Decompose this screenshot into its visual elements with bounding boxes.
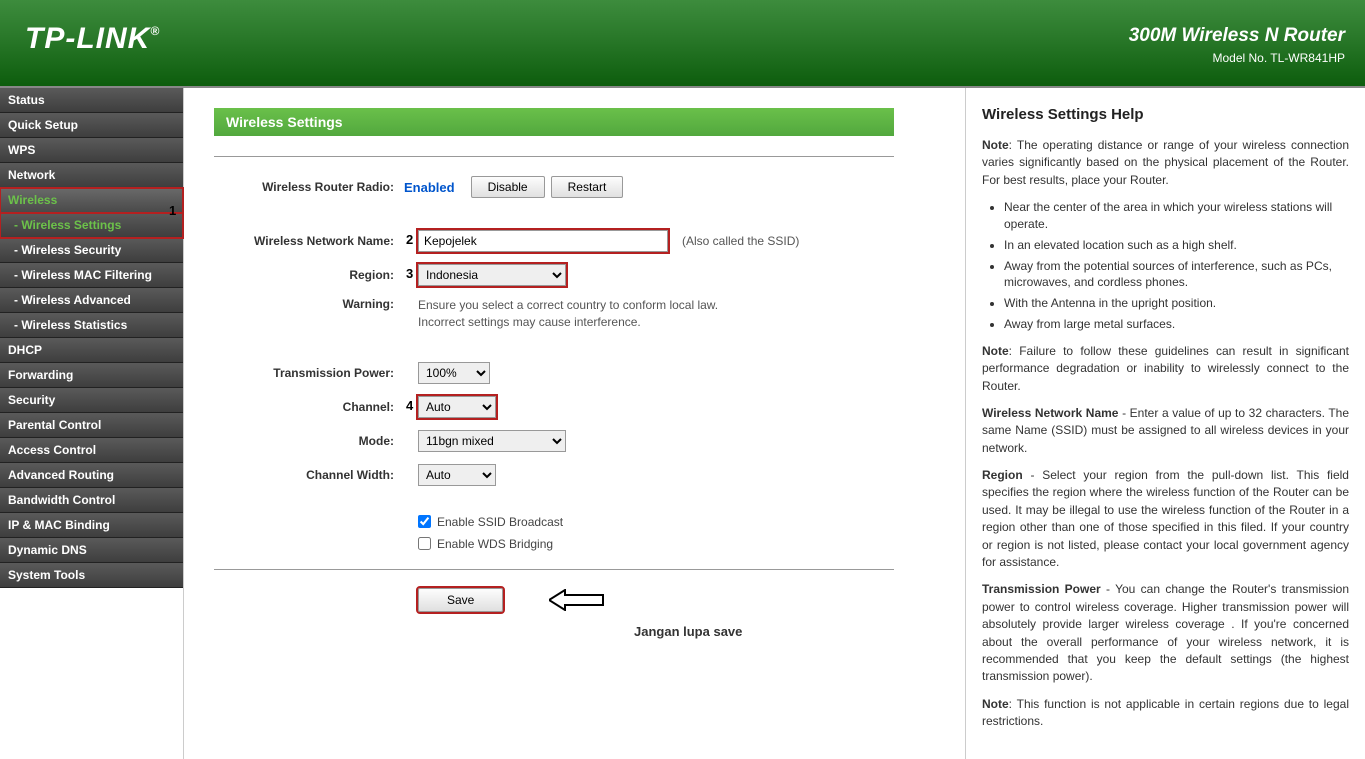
help-tx-power: Transmission Power - You can change the …: [982, 581, 1349, 685]
help-bullet: In an elevated location such as a high s…: [1004, 237, 1349, 254]
sidebar-item-dhcp[interactable]: DHCP: [0, 338, 183, 363]
sidebar-item-bandwidth-control[interactable]: Bandwidth Control: [0, 488, 183, 513]
annotation-1: 1: [169, 203, 176, 218]
help-ssid: Wireless Network Name - Enter a value of…: [982, 405, 1349, 457]
help-note-2: Note: Failure to follow these guidelines…: [982, 343, 1349, 395]
help-bullet: Away from large metal surfaces.: [1004, 316, 1349, 333]
sidebar-item-wireless-security[interactable]: - Wireless Security: [0, 238, 183, 263]
ssid-input[interactable]: [418, 230, 668, 252]
help-note-1: Note: The operating distance or range of…: [982, 137, 1349, 189]
sidebar-item-ip-mac-binding[interactable]: IP & MAC Binding: [0, 513, 183, 538]
sidebar-item-dynamic-dns[interactable]: Dynamic DNS: [0, 538, 183, 563]
save-hint-text: Jangan lupa save: [634, 624, 894, 639]
help-bullet-list: Near the center of the area in which you…: [1004, 199, 1349, 333]
channel-select[interactable]: Auto: [418, 396, 496, 418]
sidebar-item-access-control[interactable]: Access Control: [0, 438, 183, 463]
channel-label: Channel:: [214, 400, 404, 414]
help-bullet: Away from the potential sources of inter…: [1004, 258, 1349, 292]
model-number: Model No. TL-WR841HP: [1129, 51, 1345, 65]
product-title: 300M Wireless N Router: [1129, 25, 1345, 47]
radio-label: Wireless Router Radio:: [214, 180, 404, 194]
help-region: Region - Select your region from the pul…: [982, 467, 1349, 571]
sidebar-item-status[interactable]: Status: [0, 88, 183, 113]
wds-bridging-label: Enable WDS Bridging: [437, 537, 553, 551]
sidebar-item-wireless[interactable]: Wireless: [0, 188, 183, 213]
header-banner: TP-LINK® 300M Wireless N Router Model No…: [0, 0, 1365, 88]
help-bullet: Near the center of the area in which you…: [1004, 199, 1349, 233]
annotation-4: 4: [406, 398, 413, 413]
mode-label: Mode:: [214, 434, 404, 448]
tx-power-label: Transmission Power:: [214, 366, 404, 380]
warning-label: Warning:: [214, 297, 404, 311]
channel-width-label: Channel Width:: [214, 468, 404, 482]
restart-button[interactable]: Restart: [551, 176, 624, 198]
sidebar-item-wireless-advanced[interactable]: - Wireless Advanced: [0, 288, 183, 313]
sidebar-item-wps[interactable]: WPS: [0, 138, 183, 163]
sidebar-item-security[interactable]: Security: [0, 388, 183, 413]
main-content: 1 Wireless Settings Wireless Router Radi…: [184, 88, 965, 759]
header-info: 300M Wireless N Router Model No. TL-WR84…: [1129, 25, 1345, 65]
help-bullet: With the Antenna in the upright position…: [1004, 295, 1349, 312]
wds-bridging-checkbox[interactable]: [418, 537, 431, 550]
region-label: Region:: [214, 268, 404, 282]
disable-button[interactable]: Disable: [471, 176, 545, 198]
sidebar-nav: Status Quick Setup WPS Network Wireless …: [0, 88, 184, 759]
brand-logo: TP-LINK®: [25, 22, 160, 56]
sidebar-item-wireless-mac-filtering[interactable]: - Wireless MAC Filtering: [0, 263, 183, 288]
help-title: Wireless Settings Help: [982, 106, 1349, 123]
region-select[interactable]: Indonesia: [418, 264, 566, 286]
ssid-hint: (Also called the SSID): [682, 234, 799, 248]
sidebar-item-wireless-statistics[interactable]: - Wireless Statistics: [0, 313, 183, 338]
channel-width-select[interactable]: Auto: [418, 464, 496, 486]
sidebar-item-forwarding[interactable]: Forwarding: [0, 363, 183, 388]
sidebar-item-network[interactable]: Network: [0, 163, 183, 188]
help-note-3: Note: This function is not applicable in…: [982, 696, 1349, 731]
mode-select[interactable]: 11bgn mixed: [418, 430, 566, 452]
ssid-broadcast-label: Enable SSID Broadcast: [437, 515, 563, 529]
page-title: Wireless Settings: [214, 108, 894, 136]
help-panel: Wireless Settings Help Note: The operati…: [965, 88, 1365, 759]
divider-2: [214, 569, 894, 570]
ssid-label: Wireless Network Name:: [214, 234, 404, 248]
radio-status: Enabled: [404, 180, 455, 195]
annotation-3: 3: [406, 266, 413, 281]
sidebar-item-system-tools[interactable]: System Tools: [0, 563, 183, 588]
save-button[interactable]: Save: [418, 588, 503, 612]
sidebar-item-advanced-routing[interactable]: Advanced Routing: [0, 463, 183, 488]
sidebar-item-quick-setup[interactable]: Quick Setup: [0, 113, 183, 138]
warning-text-2: Incorrect settings may cause interferenc…: [418, 314, 894, 331]
warning-text-1: Ensure you select a correct country to c…: [418, 297, 894, 314]
ssid-broadcast-checkbox[interactable]: [418, 515, 431, 528]
arrow-left-icon: [549, 589, 605, 611]
sidebar-item-wireless-settings[interactable]: - Wireless Settings: [0, 213, 183, 238]
divider: [214, 156, 894, 157]
sidebar-item-parental-control[interactable]: Parental Control: [0, 413, 183, 438]
tx-power-select[interactable]: 100%: [418, 362, 490, 384]
annotation-2: 2: [406, 232, 413, 247]
